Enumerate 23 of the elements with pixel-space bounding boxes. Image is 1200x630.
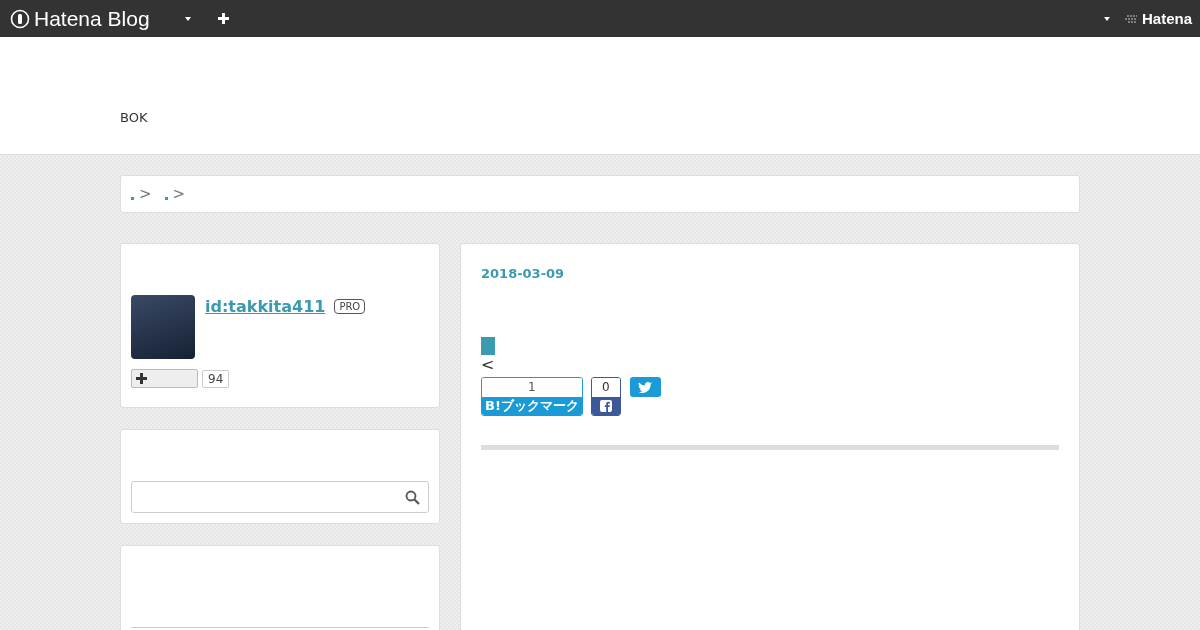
bookmark-button[interactable]: 1 B!ブックマーク [481,377,583,416]
breadcrumb-link-mark[interactable] [131,196,134,200]
search-field[interactable] [131,481,429,513]
subscribe-button[interactable] [131,369,198,388]
breadcrumb-link-mark[interactable] [164,196,168,200]
facebook-icon [599,400,612,412]
twitter-share-button[interactable] [629,377,661,397]
search-icon[interactable] [405,489,420,505]
facebook-share-button[interactable]: 0 [590,377,621,416]
plus-icon [136,373,147,384]
hatena-blog-logo[interactable]: Hatena Blog [10,6,150,31]
hatena-logo[interactable]: Hatena [1124,10,1192,27]
breadcrumb-separator: > [139,185,152,203]
photo-placeholder [131,295,195,359]
back-link[interactable]: < [481,355,1059,375]
subscriber-count: 94 [202,369,230,388]
breadcrumb-separator: > [172,185,186,203]
blog-title[interactable]: BOK [120,110,148,125]
caret-icon[interactable] [1102,15,1111,22]
pro-badge: PRO [334,299,366,314]
plus-icon[interactable] [217,13,229,24]
caret-icon[interactable] [183,15,192,22]
bird-icon [638,381,653,393]
